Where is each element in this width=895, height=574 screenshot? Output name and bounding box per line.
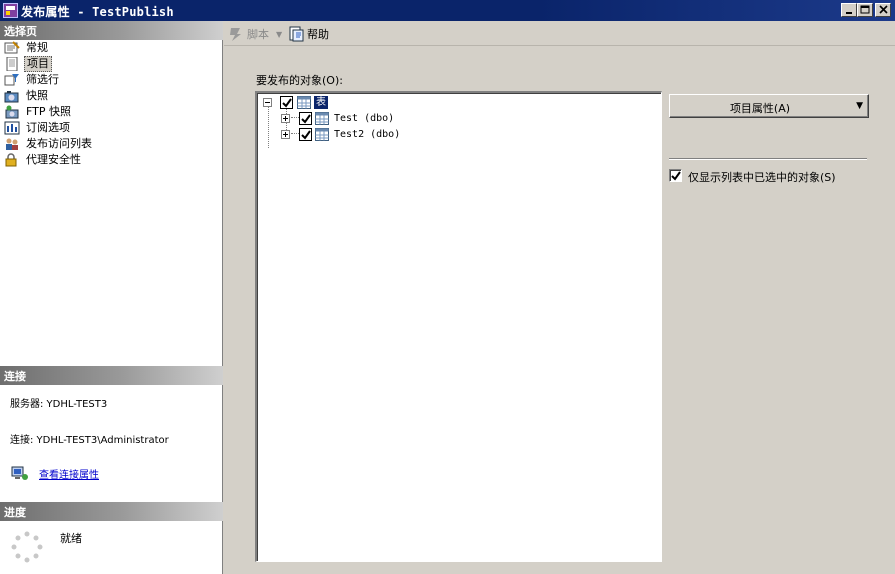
script-icon (230, 28, 241, 41)
title-bar: 发布属性 - TestPublish (0, 0, 895, 21)
progress-spinner-icon (11, 531, 43, 563)
collapse-icon[interactable] (263, 98, 272, 107)
table-folder-icon (297, 96, 311, 109)
test-checkbox[interactable] (299, 112, 312, 125)
nav-item-access-list[interactable]: 发布访问列表 (0, 136, 223, 152)
connection-header: 连接 (0, 366, 223, 385)
nav-item-subscription-options[interactable]: 订阅选项 (0, 120, 223, 136)
progress-section: 就绪 (0, 521, 223, 574)
app-icon (3, 3, 18, 18)
agent-security-icon (5, 153, 17, 167)
chevron-down-icon: ▼ (276, 29, 283, 39)
server-info: 服务器: YDHL-TEST3 (10, 399, 108, 410)
access-list-icon (6, 138, 18, 150)
subscription-options-icon (4, 121, 20, 135)
page-nav-list: 常规 项目 筛选行 快照 FTP 快照 订阅选项 发布访问列表 代理安全性 (0, 40, 223, 168)
filter-rows-icon (4, 74, 19, 86)
tree-node-test2[interactable]: Test2 (dbo) (281, 127, 481, 143)
close-button[interactable] (875, 3, 891, 17)
toolbar: 脚本 ▼ 帮助 (224, 21, 895, 46)
checkmark-icon (282, 98, 292, 108)
minimize-button[interactable] (841, 3, 857, 17)
checkmark-icon (301, 114, 311, 124)
tree-node-tables[interactable]: 表 (263, 95, 383, 111)
nav-item-filter-rows[interactable]: 筛选行 (0, 72, 223, 88)
left-panel: 选择页 常规 项目 筛选行 快照 FTP 快照 订阅选项 发布访问列表 代理安全… (0, 21, 223, 574)
select-page-header: 选择页 (0, 21, 223, 40)
article-properties-button[interactable]: 项目属性(A) ▼ (669, 94, 869, 118)
separator (669, 158, 867, 160)
close-icon (879, 5, 888, 14)
tree-node-label[interactable]: Test2 (dbo) (334, 128, 400, 141)
nav-item-general[interactable]: 常规 (0, 40, 223, 56)
articles-icon (6, 57, 18, 71)
nav-item-agent-security[interactable]: 代理安全性 (0, 152, 223, 168)
view-connection-properties-link[interactable]: 查看连接属性 (39, 466, 99, 481)
connection-info: 连接: YDHL-TEST3\Administrator (10, 435, 169, 446)
show-only-checked-label: 仅显示列表中已选中的对象(S) (688, 171, 836, 184)
dropdown-arrow-icon: ▼ (856, 101, 863, 111)
objects-tree[interactable]: 表 Test (dbo) Test2 (dbo) (255, 91, 662, 562)
ftp-snapshot-icon (5, 105, 19, 119)
connection-properties-icon (11, 466, 28, 480)
checkmark-icon (671, 171, 681, 181)
connection-section: 服务器: YDHL-TEST3 连接: YDHL-TEST3\Administr… (0, 387, 223, 500)
tree-node-label[interactable]: 表 (314, 96, 328, 109)
tree-connector (268, 106, 269, 148)
maximize-icon (860, 5, 870, 14)
minimize-icon (846, 12, 852, 14)
expand-icon[interactable] (281, 130, 290, 139)
nav-item-articles[interactable]: 项目 (0, 56, 223, 72)
help-icon (289, 26, 304, 42)
help-button[interactable]: 帮助 (288, 25, 329, 43)
table-icon (315, 128, 329, 141)
script-button[interactable]: 脚本 ▼ (228, 25, 282, 43)
table-icon (315, 112, 329, 125)
snapshot-icon (4, 91, 19, 103)
progress-status: 就绪 (60, 532, 82, 545)
tables-checkbox[interactable] (280, 96, 293, 109)
tree-node-label[interactable]: Test (dbo) (334, 112, 394, 125)
objects-to-publish-label: 要发布的对象(O): (256, 74, 343, 87)
window-title: 发布属性 - TestPublish (21, 5, 174, 19)
progress-header: 进度 (0, 502, 223, 521)
checkmark-icon (301, 130, 311, 140)
general-icon (4, 41, 20, 54)
expand-icon[interactable] (281, 114, 290, 123)
nav-item-snapshot[interactable]: 快照 (0, 88, 223, 104)
tree-node-test[interactable]: Test (dbo) (281, 111, 481, 127)
show-only-checked-checkbox[interactable] (669, 169, 682, 182)
nav-item-ftp-snapshot[interactable]: FTP 快照 (0, 104, 223, 120)
maximize-button[interactable] (857, 3, 873, 17)
test2-checkbox[interactable] (299, 128, 312, 141)
